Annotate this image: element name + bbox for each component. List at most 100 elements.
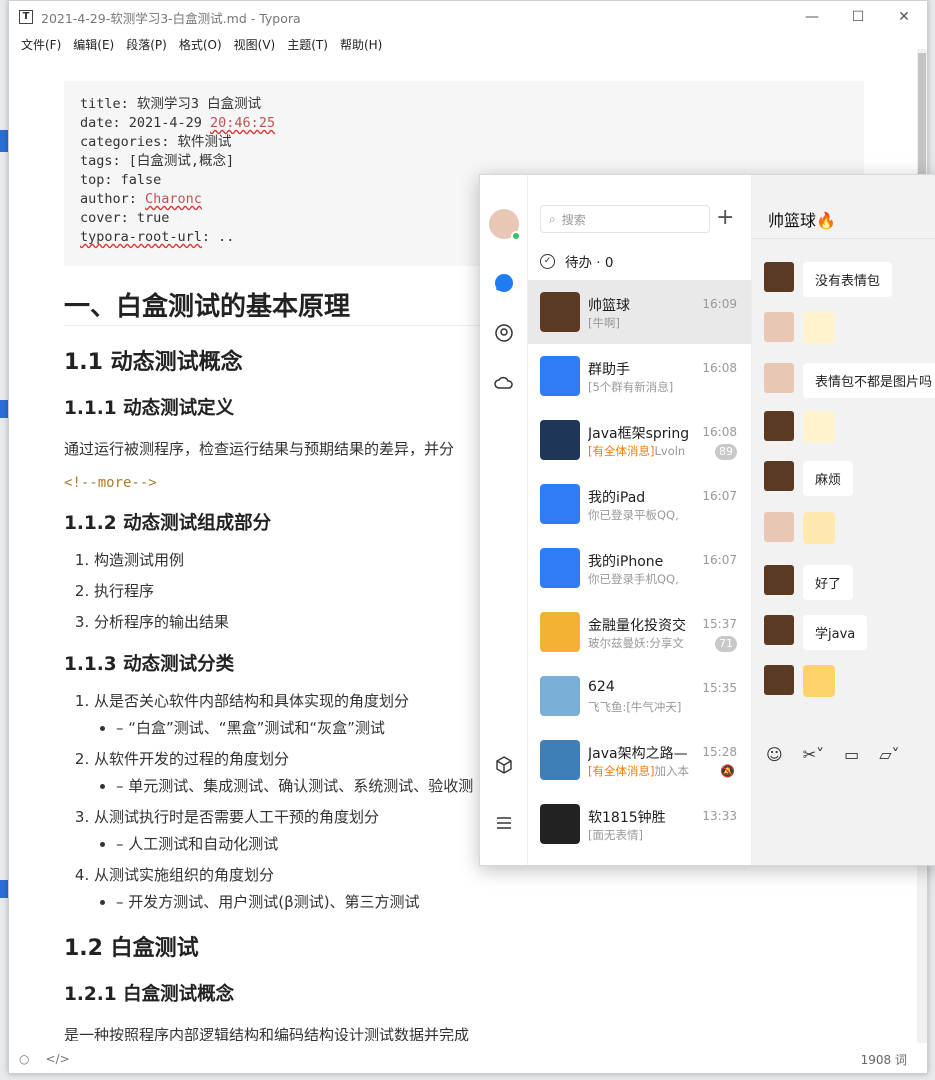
- yaml-date-time: 20:46:25: [210, 115, 276, 131]
- yaml-date-prefix: date: 2021-4-29: [80, 115, 211, 131]
- conversation-time: 16:08: [702, 361, 737, 375]
- conversation-preview: 玻尔兹曼妖:分享文: [588, 635, 698, 651]
- conversation-item[interactable]: 软1815钟胜 13:33 [面无表情]: [528, 792, 751, 856]
- sender-avatar[interactable]: [764, 363, 794, 393]
- image-icon[interactable]: ▭: [844, 745, 859, 764]
- conversation-item[interactable]: Java框架spring 16:08 [有全体消息]Lvoln 89: [528, 408, 751, 472]
- sender-avatar[interactable]: [764, 312, 794, 342]
- preview-text: [牛啊]: [588, 316, 620, 330]
- conversation-name: 624: [588, 679, 615, 695]
- menu-paragraph[interactable]: 段落(P): [120, 36, 173, 53]
- conversation-item[interactable]: 群助手 16:08 [5个群有新消息]: [528, 344, 751, 408]
- conversation-time: 15:28: [702, 745, 737, 759]
- sticker-image[interactable]: [803, 411, 835, 443]
- list-item-text: 从是否关心软件内部结构和具体实现的角度划分: [94, 692, 410, 710]
- search-placeholder: 搜索: [561, 212, 586, 227]
- menu-file[interactable]: 文件(F): [15, 36, 67, 53]
- sender-avatar[interactable]: [764, 461, 794, 491]
- online-status-dot: [511, 231, 521, 241]
- conversation-item[interactable]: 我的iPhone 16:07 你已登录手机QQ,: [528, 536, 751, 600]
- search-input[interactable]: ⌕ 搜索: [540, 205, 710, 233]
- preview-text: 飞飞鱼:[牛气冲天]: [588, 700, 682, 714]
- qq-sidebar: [480, 175, 528, 865]
- add-button[interactable]: +: [716, 205, 734, 231]
- check-circle-icon: ✓: [540, 253, 555, 269]
- outline-toggle-icon[interactable]: ○: [19, 1052, 29, 1066]
- sticker-image[interactable]: [803, 312, 835, 344]
- sender-avatar[interactable]: [764, 665, 794, 695]
- message-bubble[interactable]: 麻烦: [803, 461, 854, 496]
- preview-text: 加入本: [654, 764, 689, 778]
- emoji-icon[interactable]: ☺: [766, 745, 783, 764]
- sender-avatar[interactable]: [764, 615, 794, 645]
- sender-avatar[interactable]: [764, 565, 794, 595]
- maximize-button[interactable]: ☐: [835, 1, 881, 33]
- menu-theme[interactable]: 主题(T): [281, 36, 334, 53]
- yaml-root-key: typora-root-url: [80, 229, 202, 245]
- title-bar[interactable]: T 2021-4-29-软测学习3-白盒测试.md - Typora — ☐ ✕: [9, 1, 927, 33]
- conversation-preview: [有全体消息]Lvoln: [588, 443, 698, 459]
- minimize-button[interactable]: —: [789, 1, 835, 33]
- sticker-image[interactable]: [803, 512, 835, 544]
- unread-badge: 71: [715, 636, 737, 652]
- conversation-name: 金融量化投资交: [588, 618, 686, 634]
- conversation-preview: [5个群有新消息]: [588, 379, 698, 395]
- menu-format[interactable]: 格式(O): [173, 36, 228, 53]
- conversation-item[interactable]: 金融量化投资交 15:37 玻尔兹曼妖:分享文 71: [528, 600, 751, 664]
- cloud-icon[interactable]: [494, 373, 514, 393]
- conversation-avatar: [540, 356, 580, 396]
- chat-toolbar: ☺ ✂˅ ▭ ▱˅: [752, 739, 935, 769]
- preview-highlight: [有全体消息]: [588, 764, 655, 778]
- sender-avatar[interactable]: [764, 262, 794, 292]
- preview-text: 你已登录手机QQ,: [588, 572, 679, 586]
- conversation-preview: [面无表情]: [588, 827, 698, 843]
- menu-help[interactable]: 帮助(H): [334, 36, 388, 53]
- yaml-date: date: 2021-4-29 20:46:25: [80, 114, 848, 133]
- chat-panel: 帅篮球🔥 没有表情包 表情包不都是图片吗 麻烦 好了 学java ☺ ✂˅ ▭ …: [752, 175, 935, 865]
- menu-icon[interactable]: [494, 813, 514, 833]
- menu-edit[interactable]: 编辑(E): [67, 36, 120, 53]
- conversation-item[interactable]: 帅篮球 16:09 [牛啊]: [528, 280, 751, 344]
- message-icon[interactable]: [494, 273, 514, 293]
- conversation-time: 15:37: [702, 617, 737, 631]
- sticker-image[interactable]: [803, 665, 835, 697]
- message-bubble[interactable]: 学java: [803, 615, 868, 650]
- menu-bar: 文件(F) 编辑(E) 段落(P) 格式(O) 视图(V) 主题(T) 帮助(H…: [9, 33, 927, 55]
- yaml-tags: tags: [白盒测试,概念]: [80, 153, 235, 169]
- conversation-item[interactable]: 我的iPad 16:07 你已登录平板QQ,: [528, 472, 751, 536]
- app-box-icon[interactable]: [494, 755, 514, 775]
- sender-avatar[interactable]: [764, 512, 794, 542]
- conversation-time: 13:33: [702, 809, 737, 823]
- list-item: 从测试实施组织的角度划分 – 开发方测试、用户测试(β测试)、第三方测试: [94, 864, 864, 912]
- menu-view[interactable]: 视图(V): [228, 36, 282, 53]
- message-bubble[interactable]: 表情包不都是图片吗: [803, 363, 935, 398]
- chat-title: 帅篮球🔥: [752, 175, 935, 239]
- yaml-root-val: : ..: [201, 229, 235, 245]
- conversation-time: 15:35: [702, 681, 737, 695]
- chat-message: 好了: [764, 565, 854, 600]
- search-icon: ⌕: [549, 211, 556, 226]
- list-item-text: 从测试执行时是否需要人工干预的角度划分: [94, 808, 380, 826]
- unread-badge: 89: [715, 444, 737, 460]
- conversation-item[interactable]: Java架构之路— 15:28 [有全体消息]加入本 🔕: [528, 728, 751, 792]
- muted-bell-icon: 🔕: [720, 764, 735, 778]
- conversation-item[interactable]: 624 15:35 飞飞鱼:[牛气冲天]: [528, 664, 751, 728]
- message-bubble[interactable]: 没有表情包: [803, 262, 893, 297]
- typora-app-icon: T: [19, 10, 33, 24]
- conversation-preview: [有全体消息]加入本: [588, 763, 698, 779]
- message-bubble[interactable]: 好了: [803, 565, 854, 600]
- conversation-name: 软1815钟胜: [588, 810, 666, 826]
- scissors-icon[interactable]: ✂˅: [803, 745, 824, 764]
- conversation-time: 16:08: [702, 425, 737, 439]
- word-count[interactable]: 1908 词: [861, 1051, 907, 1068]
- chat-message: [764, 312, 835, 344]
- folder-icon[interactable]: ▱˅: [879, 745, 899, 764]
- source-code-mode-icon[interactable]: </>: [45, 1052, 69, 1066]
- chat-message: 没有表情包: [764, 262, 893, 297]
- todo-entry[interactable]: ✓ 待办 · 0: [540, 251, 613, 271]
- contacts-icon[interactable]: [494, 323, 514, 343]
- close-button[interactable]: ✕: [881, 1, 927, 33]
- chat-message: 表情包不都是图片吗: [764, 363, 935, 398]
- sender-avatar[interactable]: [764, 411, 794, 441]
- conversation-name: 我的iPhone: [588, 554, 664, 570]
